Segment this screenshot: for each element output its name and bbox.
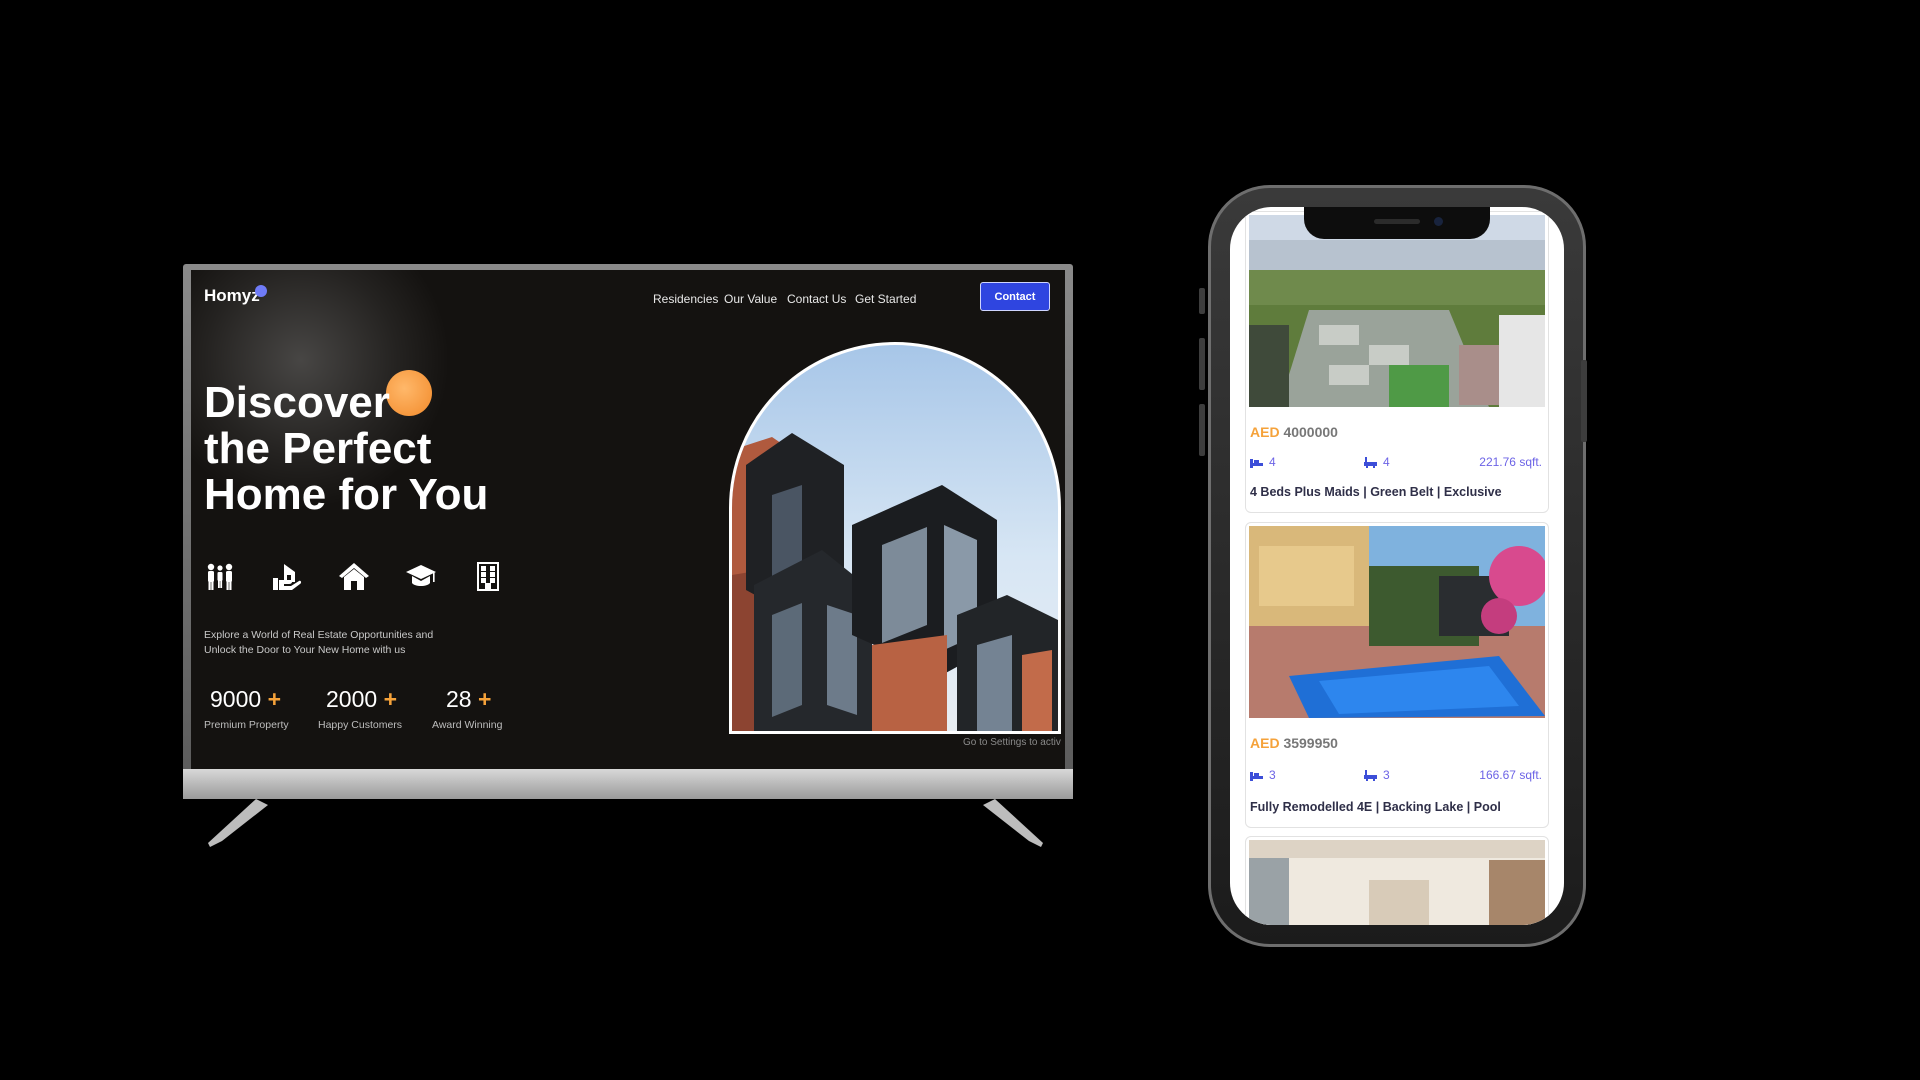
stat-value: 2000 +	[318, 686, 402, 713]
bed-icon	[1250, 771, 1263, 781]
listing-photo-garden	[1249, 215, 1545, 407]
stat-plus: +	[383, 686, 397, 712]
listing-title[interactable]: 4 Beds Plus Maids | Green Belt | Exclusi…	[1250, 485, 1502, 499]
activation-watermark: Go to Settings to activ	[963, 736, 1061, 750]
stat-number: 9000	[210, 686, 262, 712]
baths-value: 3	[1383, 768, 1390, 782]
stat-number: 2000	[326, 686, 378, 712]
baths-count: 4	[1364, 455, 1390, 469]
logo-dot	[255, 285, 267, 297]
tv-leg-right	[983, 799, 1043, 847]
area-size: 221.76 sqft.	[1479, 455, 1542, 469]
price-currency: AED	[1250, 424, 1280, 440]
stat-label: Premium Property	[204, 719, 289, 731]
building-illustration	[732, 433, 1058, 731]
house-hand-icon	[273, 564, 302, 590]
power-button	[1581, 360, 1587, 442]
stat-value: 9000 +	[204, 686, 289, 713]
tv-leg-left	[208, 799, 268, 847]
tv-screen: Homyz Residencies Our Value Contact Us G…	[191, 270, 1065, 769]
area-value: 221.76 sqft.	[1479, 455, 1542, 469]
beds-value: 3	[1269, 768, 1276, 782]
stat-label: Award Winning	[432, 719, 503, 731]
listing-photo-interior	[1249, 840, 1545, 925]
tv-mockup: Homyz Residencies Our Value Contact Us G…	[183, 264, 1073, 847]
stat-premium-property: 9000 + Premium Property	[204, 686, 289, 731]
nav-our-value[interactable]: Our Value	[724, 292, 777, 306]
family-icon	[207, 563, 233, 590]
listing-card[interactable]: AED 3599950 3 3 166.67 sqft. Fully Remod…	[1245, 522, 1549, 828]
tv-bottom-bezel	[183, 769, 1073, 799]
phone-notch	[1304, 207, 1490, 239]
volume-down-button	[1199, 404, 1205, 456]
stat-plus: +	[267, 686, 281, 712]
stat-award-winning: 28 + Award Winning	[432, 686, 502, 731]
area-value: 166.67 sqft.	[1479, 768, 1542, 782]
price-currency: AED	[1250, 735, 1280, 751]
hero-arch-image	[729, 342, 1061, 734]
subtitle-line-1: Explore a World of Real Estate Opportuni…	[204, 629, 434, 641]
price-value: 4000000	[1283, 424, 1338, 440]
nav-residencies[interactable]: Residencies	[653, 292, 718, 306]
stat-value: 28 +	[432, 686, 502, 713]
site-logo[interactable]: Homyz	[204, 286, 260, 306]
nav-contact-us[interactable]: Contact Us	[787, 292, 846, 306]
listing-card[interactable]	[1245, 836, 1549, 925]
stat-label: Happy Customers	[318, 719, 403, 731]
contact-button[interactable]: Contact	[980, 282, 1050, 311]
nav-get-started[interactable]: Get Started	[855, 292, 916, 306]
area-size: 166.67 sqft.	[1479, 768, 1542, 782]
hero-subtitle: Explore a World of Real Estate Opportuni…	[204, 628, 474, 658]
stat-happy-customers: 2000 + Happy Customers	[318, 686, 402, 731]
listing-image	[1249, 526, 1545, 718]
bath-icon	[1364, 456, 1377, 468]
beds-count: 4	[1250, 455, 1276, 469]
bath-icon	[1364, 769, 1377, 781]
baths-value: 4	[1383, 455, 1390, 469]
home-icon	[339, 563, 369, 590]
listing-card[interactable]: AED 4000000 4 4 221.76 sqft. 4 Beds Plus…	[1245, 211, 1549, 513]
speaker-grill	[1374, 219, 1420, 224]
bed-icon	[1250, 458, 1263, 468]
stat-number: 28	[446, 686, 472, 712]
listing-price: AED 4000000	[1250, 424, 1338, 440]
feature-icon-row	[204, 560, 504, 592]
beds-value: 4	[1269, 455, 1276, 469]
listing-title[interactable]: Fully Remodelled 4E | Backing Lake | Poo…	[1250, 800, 1501, 814]
building-icon	[477, 562, 499, 591]
hero-headline: Discover the Perfect Home for You	[204, 380, 488, 518]
activate-line: Go to Settings to activ	[963, 737, 1061, 748]
front-camera	[1434, 217, 1443, 226]
baths-count: 3	[1364, 768, 1390, 782]
headline-line-3: Home for You	[204, 470, 489, 519]
listing-image	[1249, 840, 1545, 925]
mute-switch	[1199, 288, 1205, 314]
stat-plus: +	[477, 686, 492, 712]
phone-screen: AED 4000000 4 4 221.76 sqft. 4 Beds Plus…	[1230, 207, 1564, 925]
price-value: 3599950	[1283, 735, 1338, 751]
listing-image	[1249, 215, 1545, 407]
listing-price: AED 3599950	[1250, 735, 1338, 751]
headline-line-1: Discover	[204, 378, 390, 427]
volume-up-button	[1199, 338, 1205, 390]
phone-mockup: AED 4000000 4 4 221.76 sqft. 4 Beds Plus…	[1199, 185, 1587, 947]
beds-count: 3	[1250, 768, 1276, 782]
subtitle-line-2: Unlock the Door to Your New Home with us	[204, 644, 406, 656]
headline-line-2: the Perfect	[204, 424, 432, 473]
listing-photo-pool	[1249, 526, 1545, 718]
graduation-cap-icon	[406, 565, 436, 586]
